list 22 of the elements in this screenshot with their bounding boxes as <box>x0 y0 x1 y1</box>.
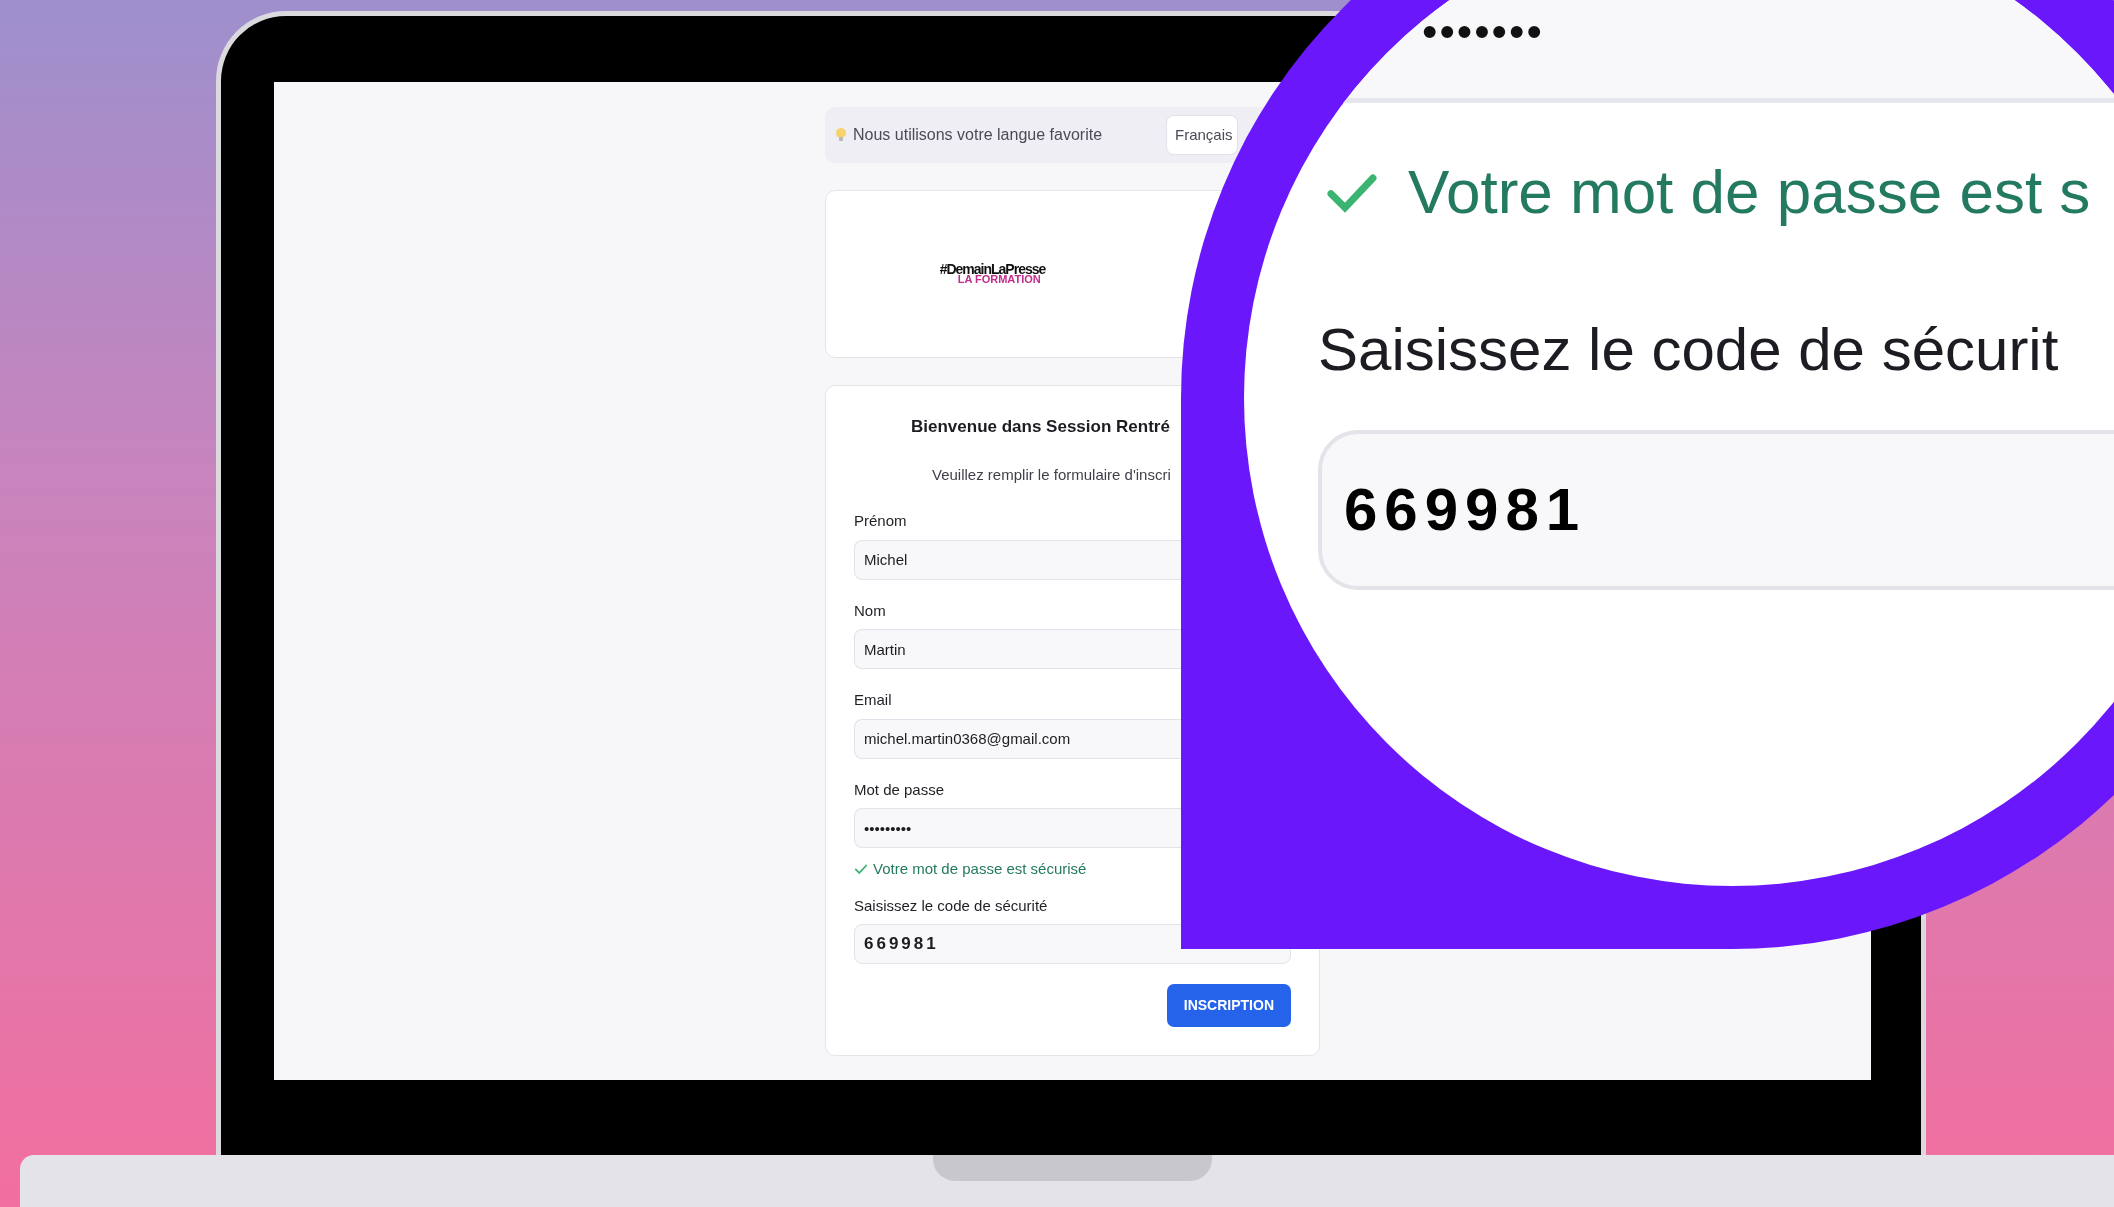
field-label: Nom <box>854 600 887 621</box>
field-label: Mot de passe <box>854 779 946 800</box>
password-field[interactable]: ••••••••• <box>854 808 1183 848</box>
field-label: Prénom <box>854 511 908 531</box>
password-status: Votre mot de passe est sécurisé <box>873 859 1087 879</box>
text-field[interactable]: Michel <box>854 539 1183 580</box>
field-label: Email <box>854 690 893 710</box>
text-field[interactable]: michel.martin0368@gmail.com <box>854 718 1183 759</box>
text-field[interactable]: Martin <box>854 629 1183 669</box>
magnified-code-label: Saisissez le code de sécurit <box>1318 315 2059 385</box>
magnified-password-dots: ••••••• <box>1422 10 1544 54</box>
lightbulb-icon <box>835 127 847 143</box>
magnified-password-status: Votre mot de passe est s <box>1408 156 2091 228</box>
magnified-code-value: 669981 <box>1344 475 1587 545</box>
field-label: Saisissez le code de sécurité <box>854 895 1049 916</box>
logo-subtitle: LA FORMATION <box>957 275 1041 286</box>
form-subtitle: Veuillez remplir le formulaire d'inscri <box>932 464 1172 485</box>
submit-button[interactable]: INSCRIPTION <box>1166 984 1291 1027</box>
form-title: Bienvenue dans Session Rentré <box>911 416 1171 438</box>
logo-title: #DemainLaPresse <box>939 262 1046 276</box>
language-message: Nous utilisons votre langue favorite <box>853 125 1103 145</box>
language-select[interactable]: Français <box>1166 114 1238 156</box>
